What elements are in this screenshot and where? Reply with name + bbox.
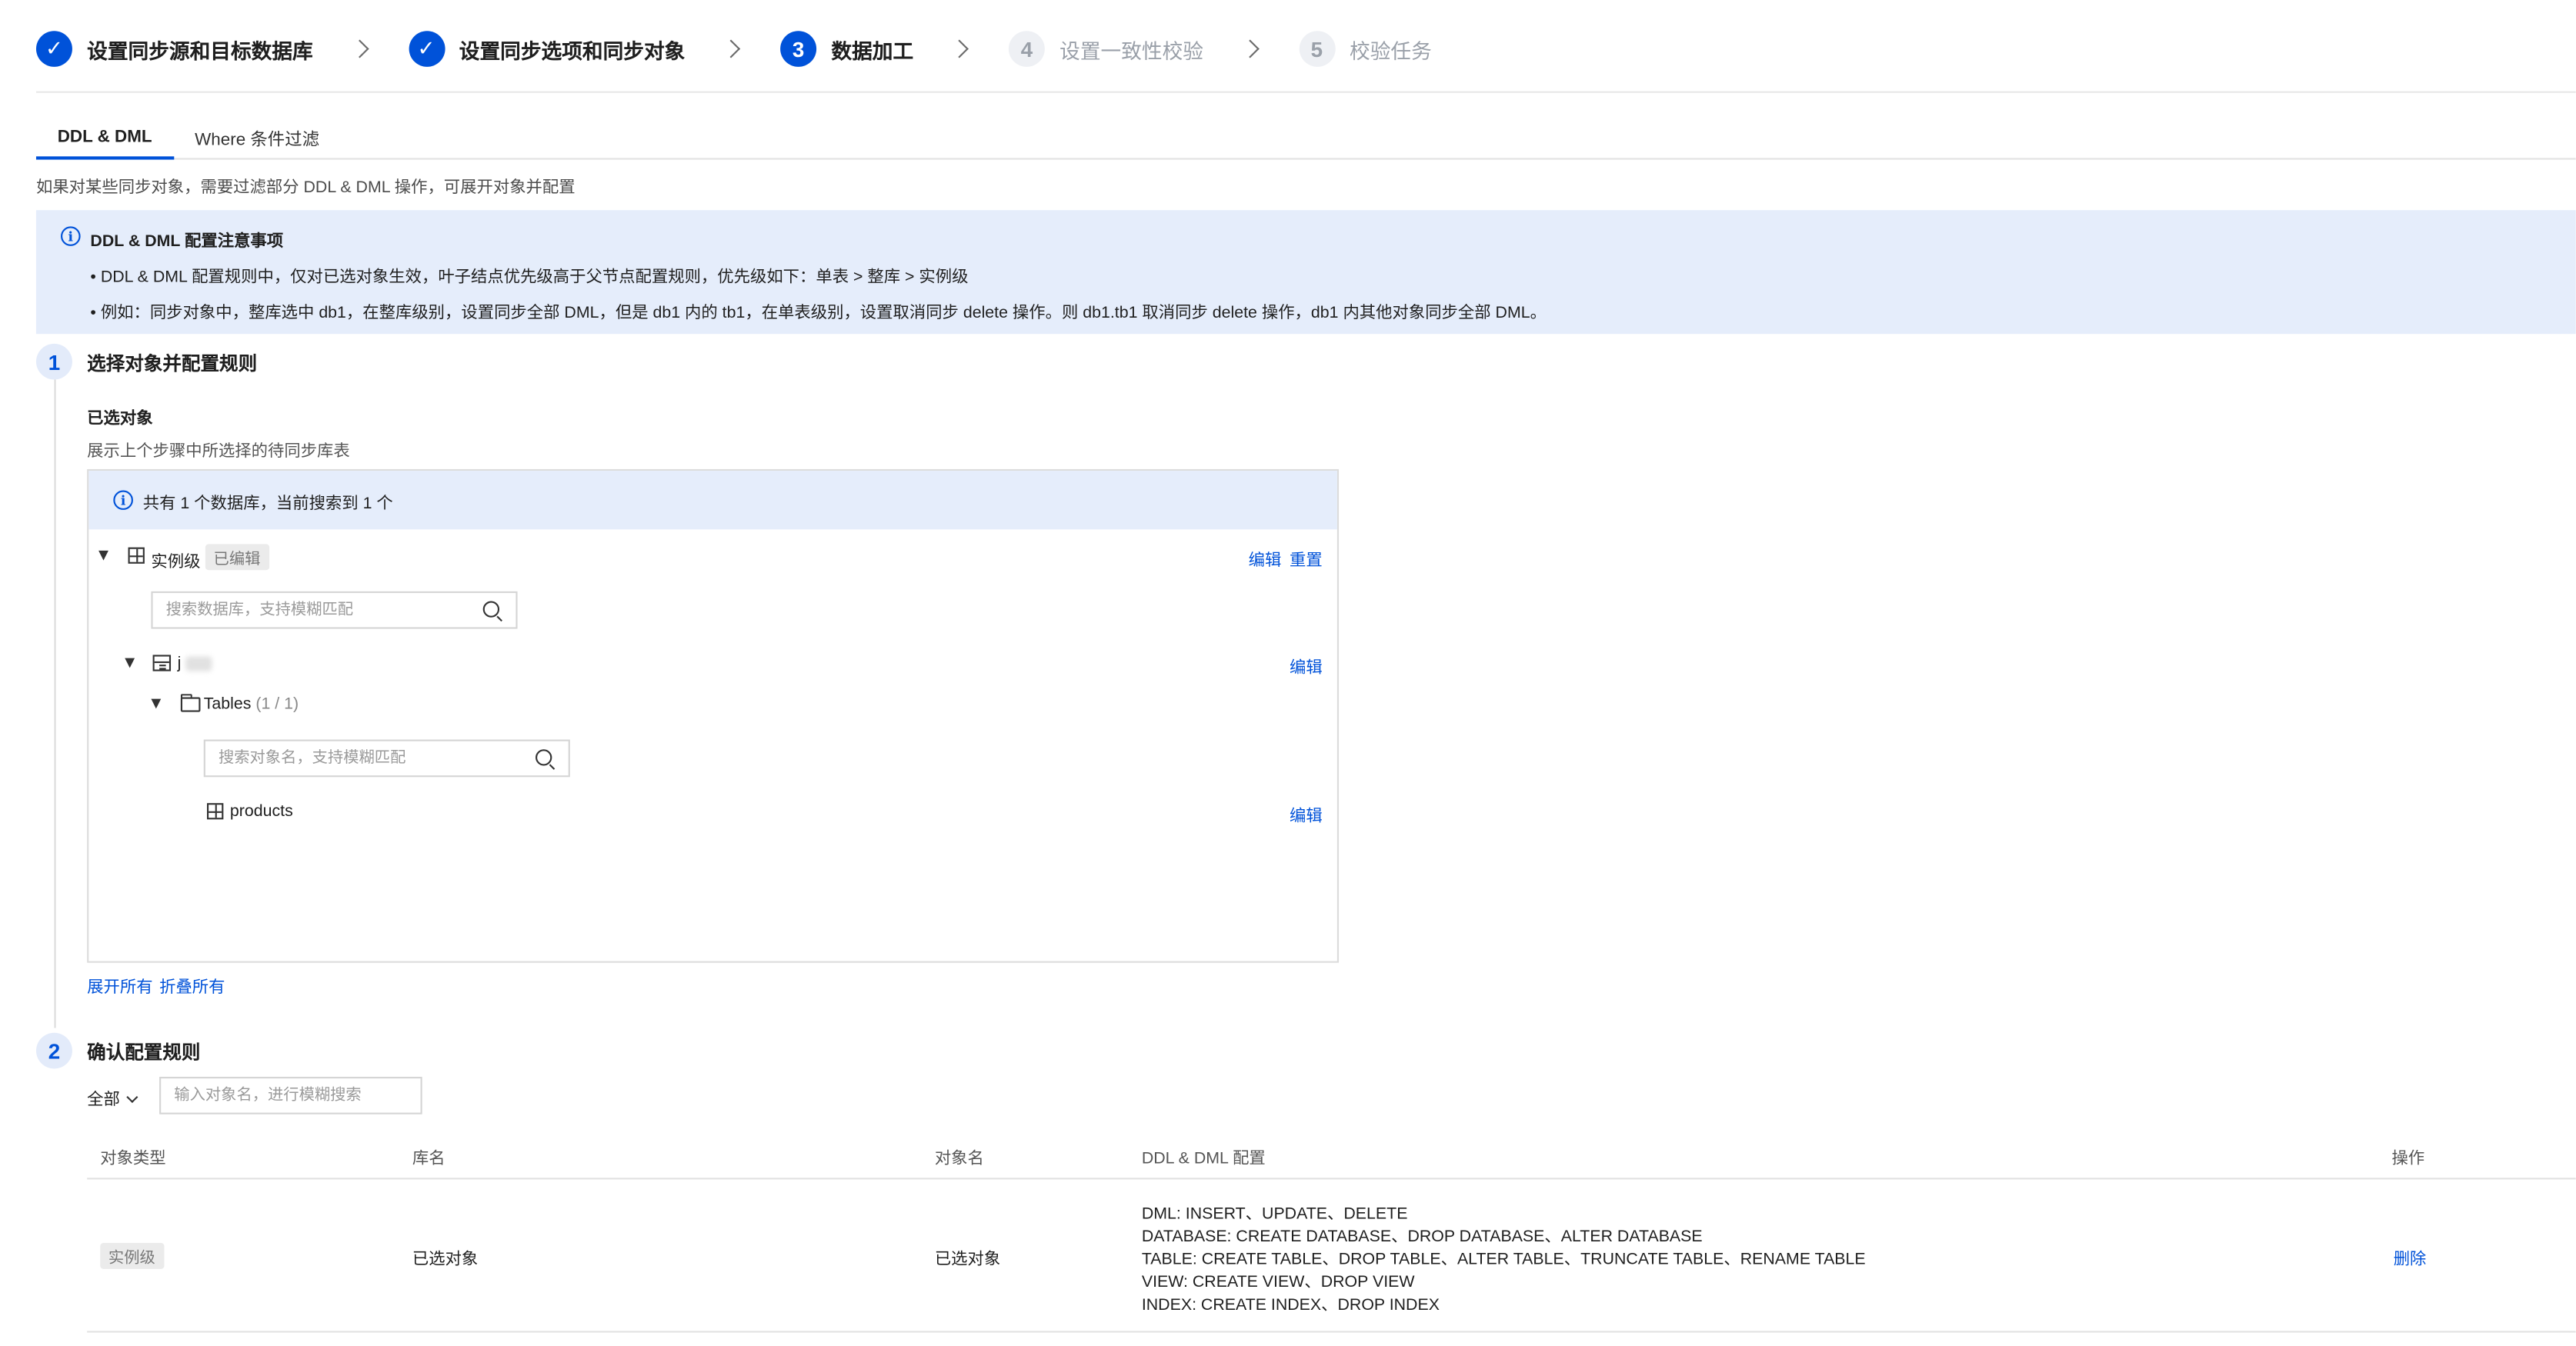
- db-search-box: [151, 591, 518, 629]
- delete-link[interactable]: 删除: [2394, 1244, 2427, 1269]
- step-2: ✓ 设置同步选项和同步对象: [408, 31, 686, 67]
- step-3-number: 3: [780, 31, 817, 67]
- column-header: 对象类型: [100, 1150, 166, 1168]
- instance-reset-link[interactable]: 重置: [1290, 546, 1323, 570]
- step-3: 3 数据加工: [780, 31, 913, 67]
- tables-folder-name: Tables: [203, 695, 252, 714]
- object-tree-panel: i 共有 1 个数据库，当前搜索到 1 个 实例级 已编辑 编辑 重置 j 编辑…: [87, 468, 1340, 963]
- column-header: 库名: [412, 1150, 445, 1168]
- selected-objects-desc: 展示上个步骤中所选择的待同步库表: [87, 443, 350, 461]
- table-edit-link[interactable]: 编辑: [1290, 801, 1323, 826]
- instance-edit-link[interactable]: 编辑: [1249, 546, 1282, 570]
- caret-down-icon[interactable]: [98, 550, 108, 561]
- object-search-input[interactable]: [218, 748, 515, 769]
- chevron-right-icon: [722, 39, 741, 58]
- section-2-title: 确认配置规则: [87, 1044, 201, 1064]
- rules-table-header: 对象类型 库名 对象名 DDL & DML 配置 操作: [87, 1128, 2576, 1180]
- config-line: TABLE: CREATE TABLE、DROP TABLE、ALTER TAB…: [1141, 1251, 1866, 1269]
- info-icon: i: [113, 490, 133, 510]
- config-line: DATABASE: CREATE DATABASE、DROP DATABASE、…: [1141, 1228, 1703, 1247]
- notice-line-1: • DDL & DML 配置规则中，仅对已选对象生效，叶子结点优先级高于父节点配…: [90, 268, 969, 287]
- tree-banner-text: 共有 1 个数据库，当前搜索到 1 个: [142, 495, 393, 514]
- step-1: ✓ 设置同步源和目标数据库: [35, 31, 313, 67]
- database-node-label[interactable]: j: [178, 655, 182, 672]
- table-node-label[interactable]: products: [230, 803, 293, 821]
- database-icon: [152, 655, 172, 671]
- db-search-input[interactable]: [165, 599, 462, 621]
- section-1-title: 选择对象并配置规则: [87, 355, 258, 375]
- grid-icon: [207, 803, 224, 820]
- tab-bar: DDL & DML Where 条件过滤: [35, 121, 2576, 160]
- section-1-number: 1: [35, 343, 72, 380]
- rule-search-box: [159, 1076, 422, 1114]
- config-line: INDEX: CREATE INDEX、DROP INDEX: [1141, 1296, 1440, 1315]
- caret-down-icon[interactable]: [151, 698, 162, 709]
- type-filter-value: 全部: [87, 1091, 120, 1110]
- notice-title: DDL & DML 配置注意事项: [90, 232, 284, 252]
- step-2-label: 设置同步选项和同步对象: [459, 39, 686, 63]
- section-2-number: 2: [35, 1032, 72, 1069]
- step-4: 4 设置一致性校验: [1008, 31, 1204, 67]
- step-1-label: 设置同步源和目标数据库: [87, 39, 313, 63]
- object-type-tag: 实例级: [100, 1243, 164, 1269]
- chevron-down-icon: [126, 1091, 138, 1103]
- step-5-number: 5: [1298, 31, 1335, 67]
- check-icon: ✓: [408, 31, 445, 67]
- db-name-cell: 已选对象: [412, 1251, 479, 1269]
- search-icon[interactable]: [482, 601, 500, 618]
- step-4-number: 4: [1008, 31, 1045, 67]
- notice-box: i DDL & DML 配置注意事项 • DDL & DML 配置规则中，仅对已…: [35, 210, 2576, 335]
- step-4-label: 设置一致性校验: [1059, 39, 1204, 63]
- divider: [35, 91, 2576, 93]
- object-name-cell: 已选对象: [934, 1251, 1001, 1269]
- step-5-label: 校验任务: [1350, 39, 1432, 63]
- selected-objects-title: 已选对象: [87, 410, 153, 429]
- rule-search-input[interactable]: [174, 1084, 412, 1107]
- table-row: 实例级 已选对象 已选对象 DML: INSERT、UPDATE、DELETE …: [87, 1178, 2576, 1333]
- tables-folder-label[interactable]: Tables (1 / 1): [204, 695, 299, 713]
- chevron-right-icon: [949, 39, 969, 58]
- expand-all-link[interactable]: 展开所有: [87, 972, 152, 997]
- page-root: ✓ 设置同步源和目标数据库 ✓ 设置同步选项和同步对象 3 数据加工 4 设置一…: [0, 0, 2576, 1345]
- instance-node-label[interactable]: 实例级: [151, 548, 200, 571]
- column-header: 对象名: [934, 1150, 984, 1168]
- object-search-box: [203, 739, 570, 778]
- column-header: 操作: [2391, 1150, 2425, 1168]
- collapse-all-link[interactable]: 折叠所有: [159, 972, 225, 997]
- edited-tag: 已编辑: [205, 544, 269, 571]
- folder-icon: [180, 694, 201, 712]
- type-filter-select[interactable]: 全部: [87, 1085, 138, 1110]
- step-5: 5 校验任务: [1298, 31, 1432, 67]
- database-edit-link[interactable]: 编辑: [1290, 653, 1323, 678]
- caret-down-icon[interactable]: [125, 658, 135, 668]
- tab-ddl-dml[interactable]: DDL & DML: [35, 121, 174, 160]
- info-icon: i: [60, 226, 81, 246]
- notice-line-2: • 例如：同步对象中，整库选中 db1，在整库级别，设置同步全部 DML，但是 …: [90, 305, 1547, 323]
- page-hint: 如果对某些同步对象，需要过滤部分 DDL & DML 操作，可展开对象并配置: [35, 178, 576, 198]
- tree-banner: i 共有 1 个数据库，当前搜索到 1 个: [88, 471, 1337, 530]
- column-header: DDL & DML 配置: [1141, 1150, 1266, 1168]
- step-3-label: 数据加工: [831, 39, 914, 63]
- grid-icon: [128, 547, 145, 564]
- section-connector: [53, 379, 55, 1028]
- tab-where-filter[interactable]: Where 条件过滤: [173, 121, 340, 157]
- step-bar: ✓ 设置同步源和目标数据库 ✓ 设置同步选项和同步对象 3 数据加工 4 设置一…: [35, 26, 1432, 72]
- config-line: DML: INSERT、UPDATE、DELETE: [1141, 1205, 1408, 1224]
- config-line: VIEW: CREATE VIEW、DROP VIEW: [1141, 1274, 1415, 1292]
- chevron-right-icon: [349, 39, 369, 58]
- redacted-text: [185, 656, 212, 671]
- tables-folder-count: (1 / 1): [255, 695, 299, 714]
- search-icon[interactable]: [536, 749, 552, 766]
- chevron-right-icon: [1240, 39, 1259, 58]
- check-icon: ✓: [35, 31, 72, 67]
